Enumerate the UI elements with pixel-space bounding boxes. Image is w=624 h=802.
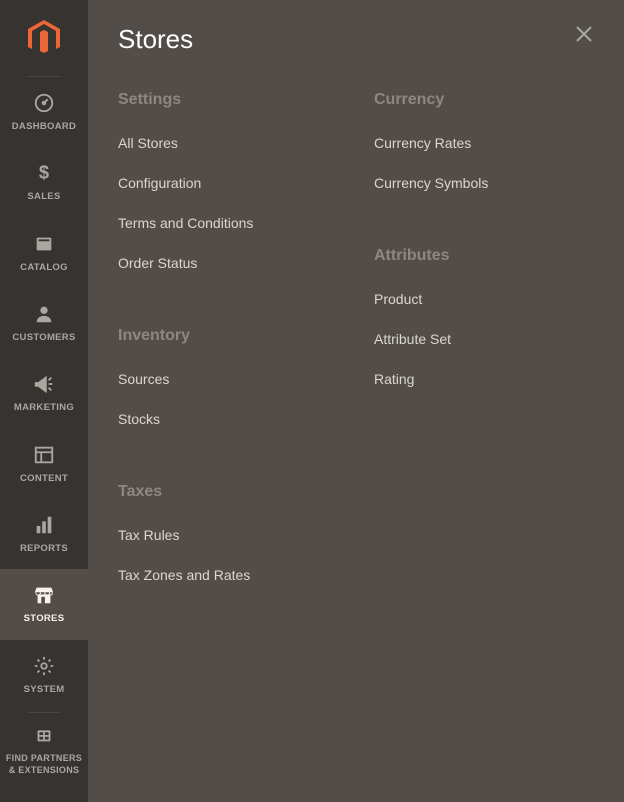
system-icon [32,654,56,678]
nav-system[interactable]: SYSTEM [0,640,88,710]
group-attributes: Attributes Product Attribute Set Rating [374,247,594,399]
link-all-stores[interactable]: All Stores [118,135,338,163]
nav-label: REPORTS [20,543,68,555]
nav-marketing[interactable]: MARKETING [0,358,88,428]
group-title: Taxes [118,483,338,501]
nav-label: DASHBOARD [12,121,76,133]
close-button[interactable] [572,22,596,46]
link-currency-symbols[interactable]: Currency Symbols [374,163,594,203]
group-taxes: Taxes Tax Rules Tax Zones and Rates [118,483,338,595]
group-inventory: Inventory Sources Stocks [118,327,338,439]
partners-icon [32,723,56,747]
nav-dashboard[interactable]: DASHBOARD [0,77,88,147]
link-terms-conditions[interactable]: Terms and Conditions [118,203,338,243]
link-tax-zones-rates[interactable]: Tax Zones and Rates [118,555,338,595]
catalog-icon [32,232,56,256]
link-sources[interactable]: Sources [118,371,338,399]
nav-label: CUSTOMERS [12,332,75,344]
group-title: Settings [118,91,338,109]
group-title: Attributes [374,247,594,265]
customers-icon [32,302,56,326]
panel-title: Stores [118,24,594,55]
stores-icon [32,583,56,607]
dashboard-icon [32,91,56,115]
link-attribute-set[interactable]: Attribute Set [374,319,594,359]
nav-catalog[interactable]: CATALOG [0,218,88,288]
link-configuration[interactable]: Configuration [118,163,338,203]
nav-find-partners[interactable]: FIND PARTNERS & EXTENSIONS [0,713,88,794]
nav-label: SYSTEM [24,684,65,696]
panel-col-right: Currency Currency Rates Currency Symbols… [374,91,594,639]
group-title: Inventory [118,327,338,345]
panel-columns: Settings All Stores Configuration Terms … [118,91,594,639]
reports-icon [32,513,56,537]
close-icon [572,22,596,46]
link-tax-rules[interactable]: Tax Rules [118,527,338,555]
link-currency-rates[interactable]: Currency Rates [374,135,594,163]
link-stocks[interactable]: Stocks [118,399,338,439]
link-rating[interactable]: Rating [374,359,594,399]
nav-reports[interactable]: REPORTS [0,499,88,569]
group-settings: Settings All Stores Configuration Terms … [118,91,338,283]
nav-label: MARKETING [14,402,74,414]
admin-sidebar: DASHBOARD $ SALES CATALOG CUSTOMERS MARK… [0,0,88,802]
marketing-icon [32,372,56,396]
stores-panel: Stores Settings All Stores Configuration… [88,0,624,802]
nav-label: CONTENT [20,473,68,485]
magento-logo[interactable] [24,18,64,58]
group-currency: Currency Currency Rates Currency Symbols [374,91,594,203]
nav-sales[interactable]: $ SALES [0,147,88,217]
nav-stores[interactable]: STORES [0,569,88,639]
sales-icon: $ [32,161,56,185]
link-product[interactable]: Product [374,291,594,319]
panel-col-left: Settings All Stores Configuration Terms … [118,91,338,639]
group-title: Currency [374,91,594,109]
nav-label: CATALOG [20,262,68,274]
svg-text:$: $ [39,162,49,183]
link-order-status[interactable]: Order Status [118,243,338,283]
nav-label: STORES [24,613,65,625]
nav-label: FIND PARTNERS & EXTENSIONS [4,753,84,776]
magento-logo-icon [24,18,64,58]
nav-content[interactable]: CONTENT [0,429,88,499]
nav-customers[interactable]: CUSTOMERS [0,288,88,358]
nav-label: SALES [27,191,60,203]
content-icon [32,443,56,467]
